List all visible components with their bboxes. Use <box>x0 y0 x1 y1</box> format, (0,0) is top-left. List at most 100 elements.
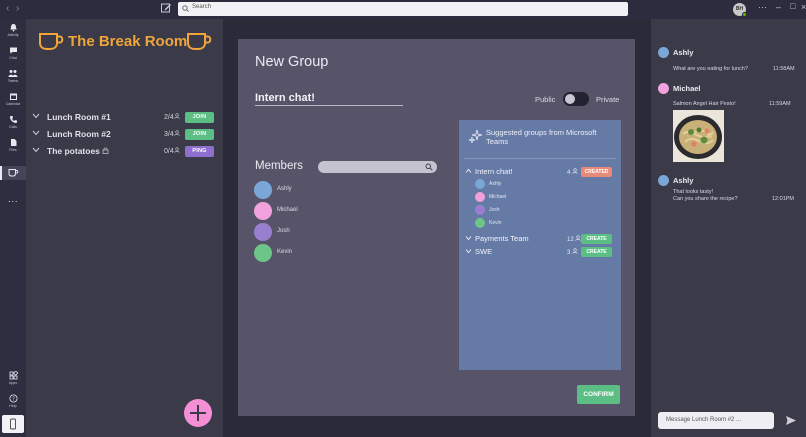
lock-icon <box>102 147 109 154</box>
join-button[interactable]: JOIN <box>185 129 214 140</box>
rail-apps[interactable]: Apps <box>0 371 26 385</box>
person-icon <box>572 168 578 174</box>
search-icon <box>182 5 189 12</box>
avatar <box>475 218 485 228</box>
main-area: New Group Intern chat! Public Private Me… <box>223 19 651 437</box>
suggested-group-count: 3 <box>567 248 578 256</box>
chat-icon <box>9 47 17 54</box>
member-item[interactable]: Michael <box>254 202 374 220</box>
rail-teams[interactable]: Teams <box>0 69 26 83</box>
chevron-down-icon[interactable] <box>465 248 472 254</box>
mug-icon <box>8 169 18 177</box>
compose-icon[interactable] <box>160 2 172 14</box>
member-name: Michael <box>277 207 298 213</box>
suggested-member: Josh <box>475 205 575 215</box>
suggested-group[interactable]: Intern chat! 4 CREATED <box>459 166 621 178</box>
search-input[interactable]: Search <box>178 2 628 16</box>
ping-button[interactable]: PING <box>185 146 214 157</box>
suggested-group-name: Intern chat! <box>475 167 513 176</box>
message-author: Ashly <box>673 48 694 57</box>
send-icon[interactable] <box>785 415 797 426</box>
members-heading: Members <box>255 160 303 172</box>
member-item[interactable]: Ashly <box>254 181 374 199</box>
teams-icon <box>8 70 18 77</box>
mug-logo-icon <box>39 33 64 50</box>
message-header: Michael <box>658 83 806 94</box>
rail-files[interactable]: Files <box>0 138 26 152</box>
avatar <box>658 175 669 186</box>
avatar <box>254 223 272 241</box>
suggested-group-count: 4 <box>567 168 578 176</box>
rail-more[interactable]: ··· <box>0 191 26 209</box>
confirm-button[interactable]: CONFIRM <box>577 385 620 404</box>
created-badge[interactable]: CREATED <box>581 167 612 177</box>
back-arrow-icon[interactable]: ‹ <box>6 3 9 14</box>
room-item[interactable]: Lunch Room #2 3/4 JOIN <box>26 128 223 142</box>
room-item[interactable]: Lunch Room #1 2/4 JOIN <box>26 111 223 125</box>
message-time: 11:58AM <box>773 66 795 72</box>
member-search-input[interactable] <box>318 161 437 173</box>
chevron-down-icon[interactable] <box>32 130 40 136</box>
mobile-download-button[interactable] <box>2 415 24 433</box>
avatar <box>254 244 272 262</box>
sparkle-icon <box>468 129 483 144</box>
dialog-title: New Group <box>255 54 329 70</box>
room-name: Lunch Room #2 <box>47 129 111 139</box>
group-name-input[interactable]: Intern chat! <box>255 92 403 106</box>
room-occupancy: 3/4 <box>164 130 180 138</box>
search-icon <box>425 163 433 171</box>
calendar-icon <box>9 93 17 100</box>
minimize-icon[interactable]: – <box>776 2 781 12</box>
room-name: The potatoes <box>47 146 109 156</box>
message-text: What are you eating for lunch? <box>673 66 748 72</box>
svg-text:?: ? <box>12 396 15 402</box>
create-button[interactable]: CREATE <box>581 247 612 257</box>
phone-icon <box>9 116 17 123</box>
room-item[interactable]: The potatoes 0/4 PING <box>26 145 223 159</box>
message-header: Ashly <box>658 47 806 58</box>
rail-calls[interactable]: Calls <box>0 115 26 129</box>
presence-available-icon <box>742 12 747 17</box>
chevron-down-icon[interactable] <box>465 235 472 241</box>
apps-icon <box>9 371 18 380</box>
suggested-group[interactable]: SWE 3 CREATE <box>459 246 621 258</box>
message-text: That looks tasty! <box>673 189 714 195</box>
pasta-photo[interactable] <box>673 110 724 162</box>
forward-arrow-icon[interactable]: › <box>16 3 19 14</box>
user-avatar[interactable]: BH <box>733 3 747 17</box>
member-item[interactable]: Kevin <box>254 244 374 262</box>
suggested-group[interactable]: Payments Team 12 CREATE <box>459 233 621 245</box>
file-icon <box>10 139 16 146</box>
window-more-icon[interactable]: ··· <box>758 2 767 12</box>
bell-icon <box>9 24 17 32</box>
rail-break-room[interactable] <box>0 166 26 180</box>
avatar <box>658 47 669 58</box>
break-room-sidebar: The Break Room Lunch Room #1 2/4 JOIN Lu… <box>26 19 223 437</box>
maximize-icon[interactable]: □ <box>790 1 795 11</box>
message-input-placeholder: Message Lunch Room #2 ... <box>666 417 742 423</box>
message-text: Salmon Angel Hair Pesto! <box>673 101 736 107</box>
join-button[interactable]: JOIN <box>185 112 214 123</box>
member-item[interactable]: Josh <box>254 223 374 241</box>
privacy-toggle[interactable] <box>563 92 589 106</box>
create-button[interactable]: CREATE <box>581 234 612 244</box>
chat-panel: Ashly What are you eating for lunch? 11:… <box>651 19 806 437</box>
chevron-up-icon[interactable] <box>465 168 472 174</box>
search-placeholder: Search <box>192 4 212 10</box>
person-icon <box>572 248 578 254</box>
pasta-photo-image <box>673 110 724 162</box>
message-time: 11:59AM <box>769 101 791 107</box>
room-occupancy: 2/4 <box>164 113 180 121</box>
chevron-down-icon[interactable] <box>32 113 40 119</box>
rail-activity[interactable]: Activity <box>0 23 26 37</box>
avatar <box>254 202 272 220</box>
rail-calendar[interactable]: Calendar <box>0 92 26 106</box>
chevron-down-icon[interactable] <box>32 147 40 153</box>
brand-title: The Break Room <box>68 33 188 50</box>
message-input[interactable]: Message Lunch Room #2 ... <box>658 412 774 429</box>
rail-chat[interactable]: Chat <box>0 46 26 60</box>
close-icon[interactable]: × <box>801 2 806 12</box>
add-room-button[interactable] <box>184 399 212 427</box>
rail-help[interactable]: ? Help <box>0 394 26 408</box>
suggested-member: Kevin <box>475 218 575 228</box>
